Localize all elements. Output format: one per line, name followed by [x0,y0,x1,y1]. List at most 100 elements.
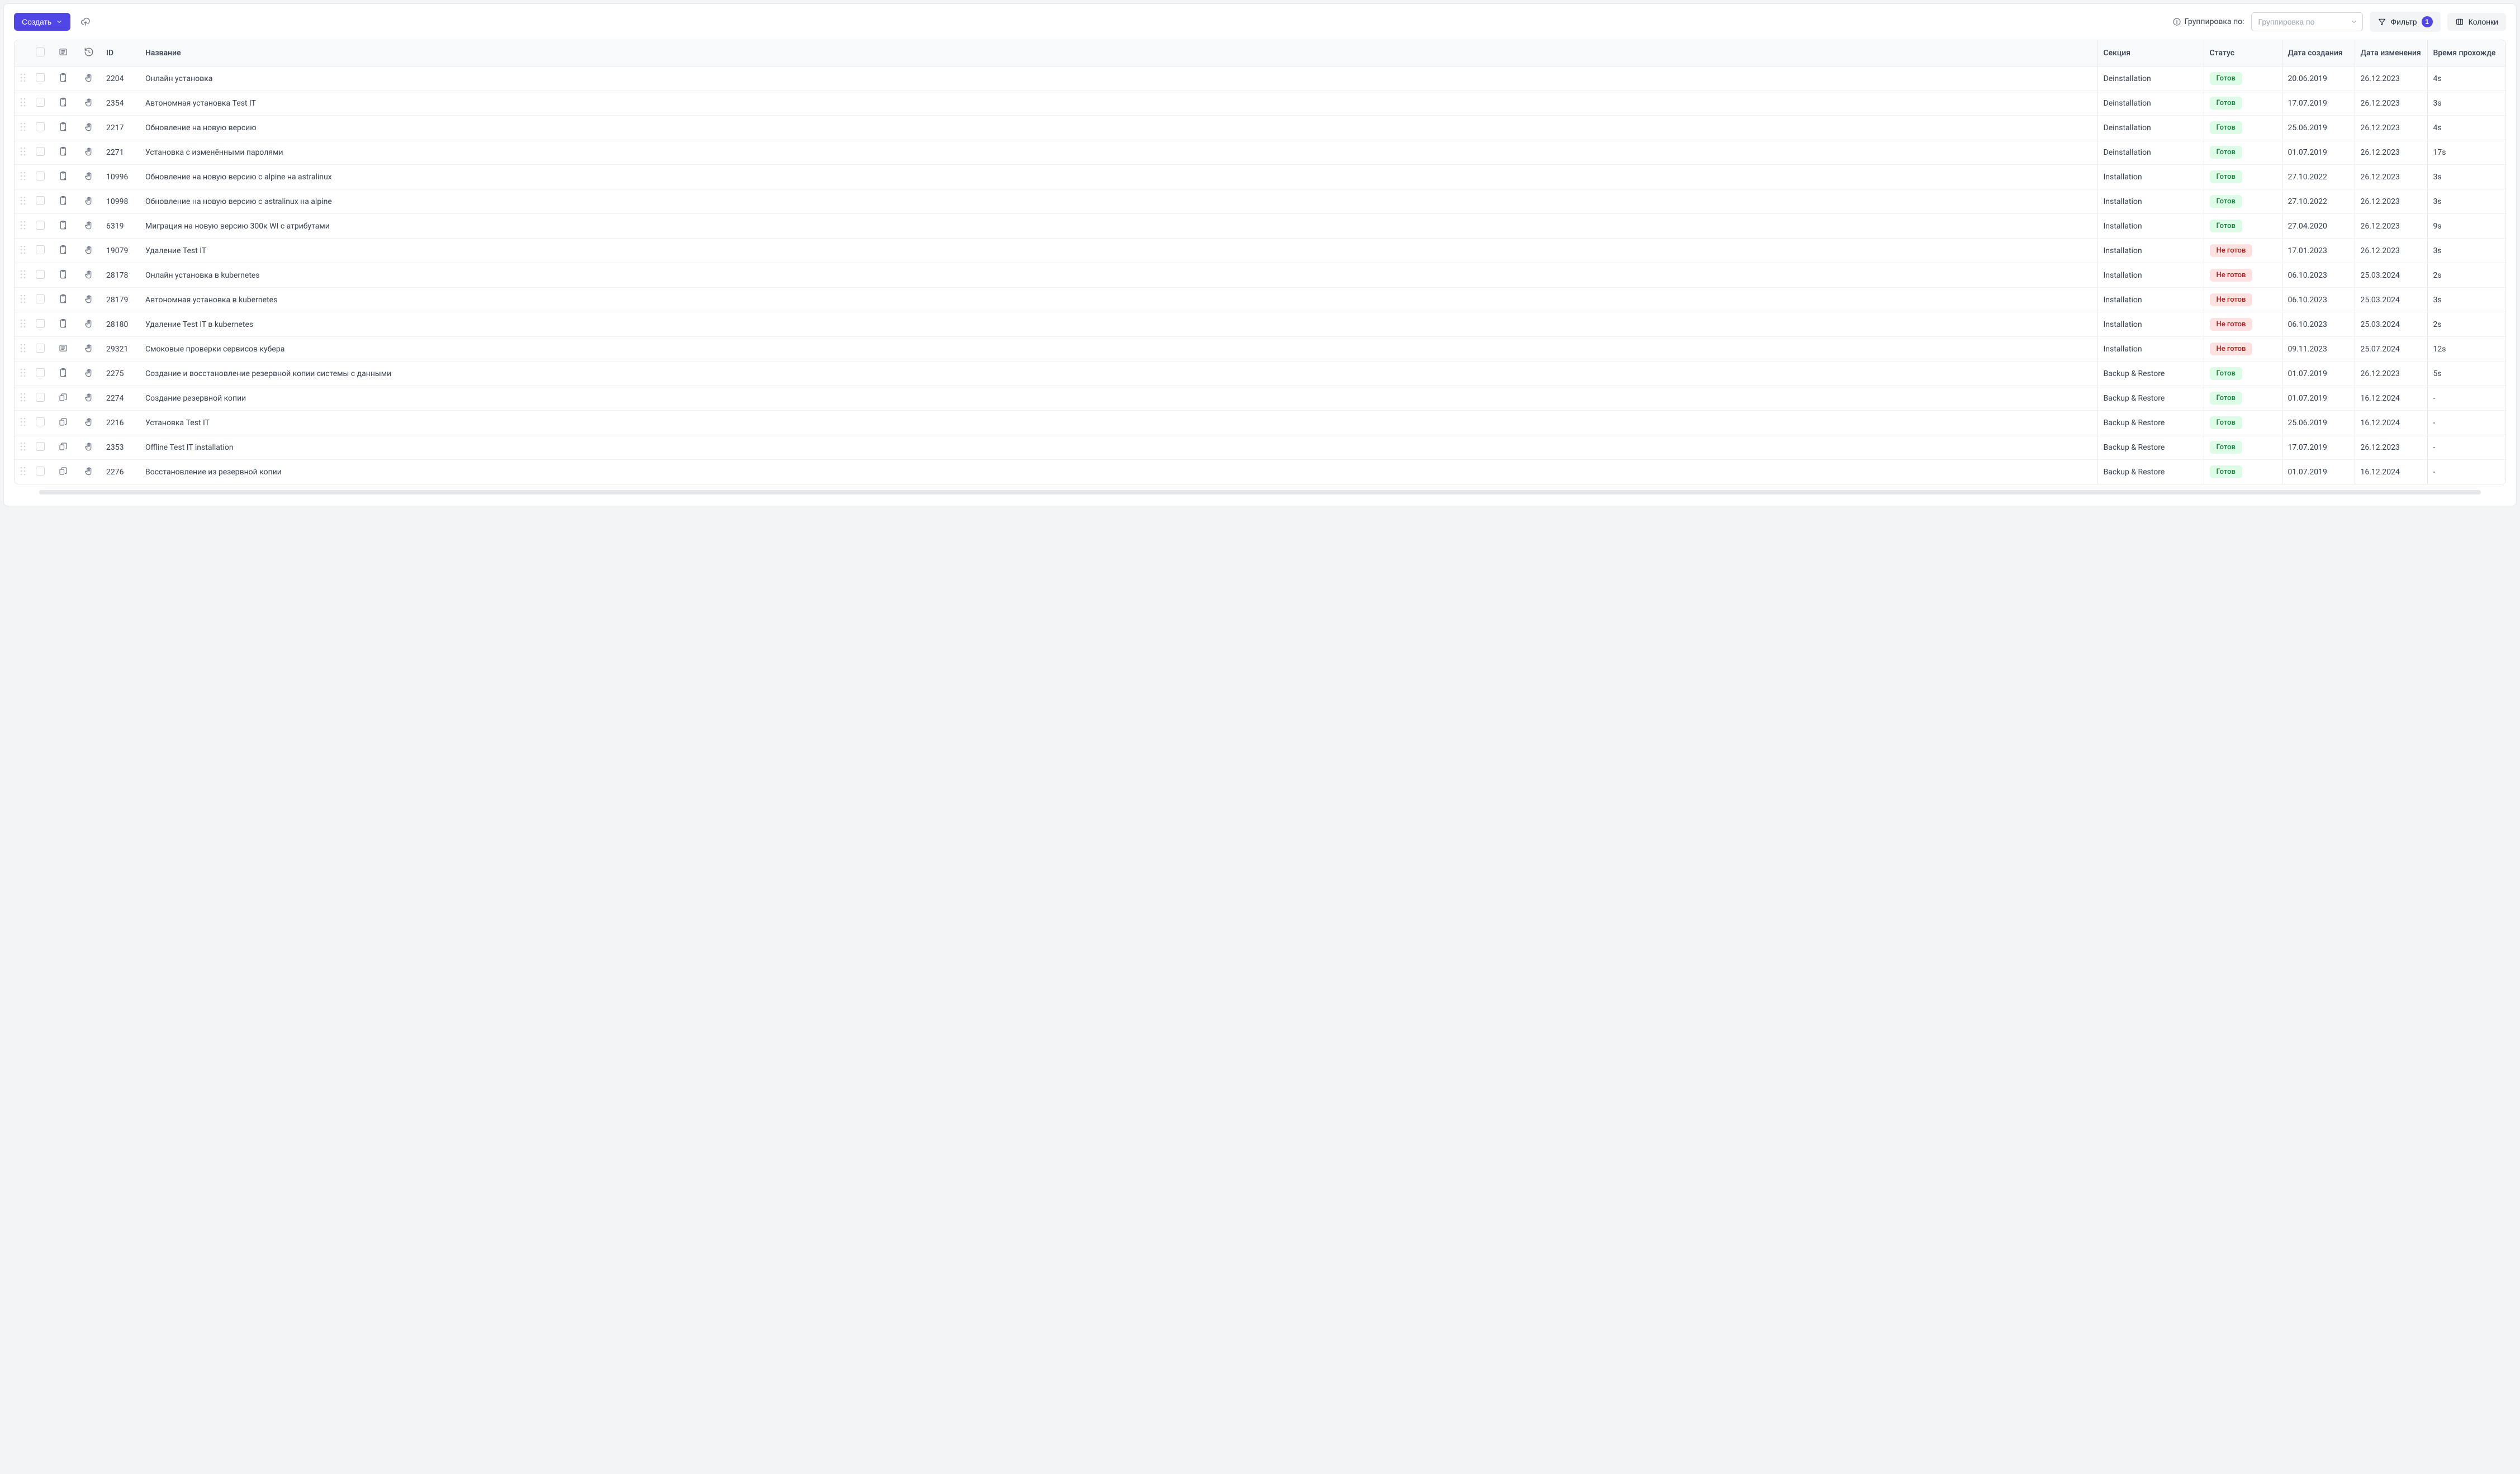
select-all-checkbox[interactable] [36,47,45,56]
cell-status: Не готов [2204,312,2282,337]
group-by-select[interactable]: Группировка по [2251,12,2363,31]
row-checkbox[interactable] [36,270,45,279]
scrollbar-thumb[interactable] [39,490,2481,494]
table-row[interactable]: 2216Установка Test ITBackup & RestoreГот… [15,411,2505,435]
drag-handle-icon[interactable] [20,393,26,402]
row-checkbox[interactable] [36,245,45,254]
cell-name[interactable]: Онлайн установка [140,66,2097,91]
row-checkbox[interactable] [36,344,45,353]
cell-modified: 26.12.2023 [2355,140,2427,165]
row-checkbox[interactable] [36,172,45,180]
drag-handle-icon[interactable] [20,344,26,353]
table-row[interactable]: 28179Автономная установка в kubernetesIn… [15,288,2505,312]
cell-name[interactable]: Обновление на новую версию с astralinux … [140,189,2097,214]
col-header-status[interactable]: Статус [2204,40,2282,66]
table-row[interactable]: 28178Онлайн установка в kubernetesInstal… [15,263,2505,288]
table-row[interactable]: 2275Создание и восстановление резервной … [15,362,2505,386]
table-row[interactable]: 10998Обновление на новую версию с astral… [15,189,2505,214]
drag-handle-icon[interactable] [20,245,26,254]
hand-icon [84,196,94,206]
cell-name[interactable]: Обновление на новую версию с alpine на a… [140,165,2097,189]
drag-handle-icon[interactable] [20,221,26,230]
col-header-modified[interactable]: Дата изменения [2355,40,2427,66]
drag-handle-icon[interactable] [20,467,26,476]
cell-section: Installation [2097,312,2204,337]
cell-name[interactable]: Установка с изменёнными паролями [140,140,2097,165]
row-checkbox[interactable] [36,221,45,230]
create-button[interactable]: Создать [14,13,70,31]
cell-name[interactable]: Удаление Test IT в kubernetes [140,312,2097,337]
table-row[interactable]: 29321Смоковые проверки сервисов кубераIn… [15,337,2505,362]
table-row[interactable]: 10996Обновление на новую версию с alpine… [15,165,2505,189]
cell-name[interactable]: Смоковые проверки сервисов кубера [140,337,2097,362]
cell-name[interactable]: Автономная установка в kubernetes [140,288,2097,312]
cell-section: Installation [2097,263,2204,288]
row-checkbox[interactable] [36,147,45,156]
status-badge: Готов [2210,146,2242,159]
cell-created: 01.07.2019 [2282,386,2355,411]
table-row[interactable]: 19079Удаление Test ITInstallationНе гото… [15,239,2505,263]
drag-handle-icon[interactable] [20,319,26,328]
row-checkbox[interactable] [36,442,45,451]
drag-handle-icon[interactable] [20,368,26,377]
table-header-row: ID Название Секция Статус Дата создания … [15,40,2505,66]
cell-duration: - [2427,411,2505,435]
cell-section: Installation [2097,337,2204,362]
columns-button[interactable]: Колонки [2447,13,2506,31]
table-row[interactable]: 2204Онлайн установкаDeinstallationГотов2… [15,66,2505,91]
drag-handle-icon[interactable] [20,73,26,82]
row-checkbox[interactable] [36,98,45,107]
cell-status: Готов [2204,386,2282,411]
col-header-section[interactable]: Секция [2097,40,2204,66]
col-header-created[interactable]: Дата создания [2282,40,2355,66]
row-checkbox[interactable] [36,73,45,82]
col-header-id[interactable]: ID [101,40,140,66]
drag-handle-icon[interactable] [20,270,26,279]
cell-name[interactable]: Создание и восстановление резервной копи… [140,362,2097,386]
col-header-name[interactable]: Название [140,40,2097,66]
table-row[interactable]: 2274Создание резервной копииBackup & Res… [15,386,2505,411]
cell-modified: 26.12.2023 [2355,239,2427,263]
row-checkbox[interactable] [36,294,45,303]
drag-handle-icon[interactable] [20,294,26,303]
row-checkbox[interactable] [36,467,45,476]
row-checkbox[interactable] [36,196,45,205]
row-checkbox[interactable] [36,393,45,402]
col-header-type[interactable] [53,40,78,66]
upload-button[interactable] [77,13,94,30]
row-checkbox[interactable] [36,122,45,131]
table-row[interactable]: 2353Offline Test IT installationBackup &… [15,435,2505,460]
col-header-duration[interactable]: Время прохожде [2427,40,2505,66]
drag-handle-icon[interactable] [20,172,26,180]
col-header-priority[interactable] [78,40,101,66]
row-checkbox[interactable] [36,368,45,377]
drag-handle-icon[interactable] [20,196,26,205]
cell-name[interactable]: Создание резервной копии [140,386,2097,411]
drag-handle-icon[interactable] [20,417,26,426]
cell-name[interactable]: Автономная установка Test IT [140,91,2097,116]
filter-button[interactable]: Фильтр 1 [2370,12,2441,32]
testcase-type-icon [58,294,68,304]
table-row[interactable]: 2276Восстановление из резервной копииBac… [15,460,2505,484]
drag-handle-icon[interactable] [20,442,26,451]
cell-name[interactable]: Обновление на новую версию [140,116,2097,140]
cell-modified: 16.12.2024 [2355,386,2427,411]
cell-name[interactable]: Offline Test IT installation [140,435,2097,460]
row-checkbox[interactable] [36,319,45,328]
horizontal-scrollbar[interactable] [14,490,2506,498]
cell-name[interactable]: Онлайн установка в kubernetes [140,263,2097,288]
cell-name[interactable]: Миграция на новую версию 300к WI с атриб… [140,214,2097,239]
table-row[interactable]: 2271Установка с изменёнными паролямиDein… [15,140,2505,165]
row-checkbox[interactable] [36,417,45,426]
table-row[interactable]: 6319Миграция на новую версию 300к WI с а… [15,214,2505,239]
drag-handle-icon[interactable] [20,122,26,131]
table-row[interactable]: 2217Обновление на новую версиюDeinstalla… [15,116,2505,140]
table-row[interactable]: 28180Удаление Test IT в kubernetesInstal… [15,312,2505,337]
drag-handle-icon[interactable] [20,98,26,107]
cell-modified: 26.12.2023 [2355,66,2427,91]
table-row[interactable]: 2354Автономная установка Test ITDeinstal… [15,91,2505,116]
cell-name[interactable]: Удаление Test IT [140,239,2097,263]
drag-handle-icon[interactable] [20,147,26,156]
cell-name[interactable]: Установка Test IT [140,411,2097,435]
cell-name[interactable]: Восстановление из резервной копии [140,460,2097,484]
